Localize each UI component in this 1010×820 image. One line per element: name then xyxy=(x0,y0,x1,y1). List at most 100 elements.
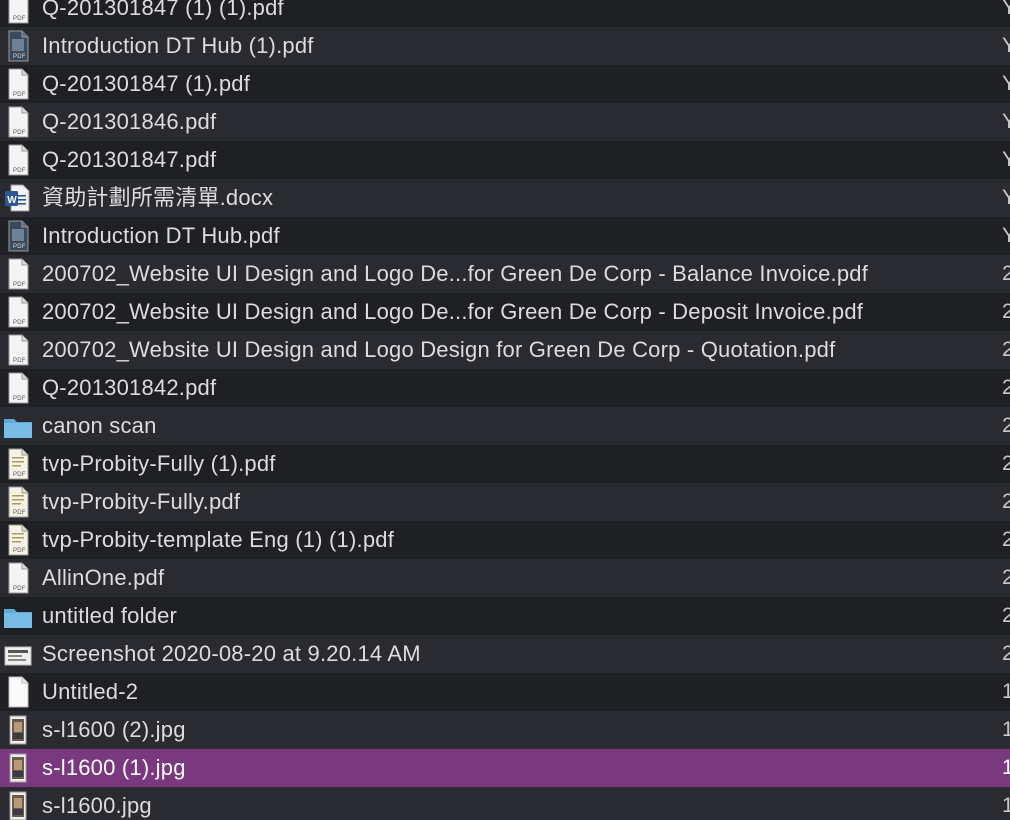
date-column-clipped: Y xyxy=(1002,110,1010,133)
date-column-clipped: Y xyxy=(1002,72,1010,95)
file-name: Q-201301842.pdf xyxy=(42,375,217,400)
file-name: Q-201301847 (1) (1).pdf xyxy=(42,0,284,20)
date-column-clipped: 2 xyxy=(1002,414,1010,437)
date-column-clipped: Y xyxy=(1002,0,1010,19)
file-row-selected[interactable]: s-l1600 (1).jpg 1 xyxy=(0,749,1010,787)
file-row[interactable]: PDF 200702_Website UI Design and Logo De.… xyxy=(0,293,1010,331)
file-row[interactable]: PDF Q-201301847.pdf Y xyxy=(0,141,1010,179)
pdf-icon: PDF xyxy=(4,106,32,138)
file-name: 200702_Website UI Design and Logo Design… xyxy=(42,337,836,362)
date-column-clipped: 2 xyxy=(1002,452,1010,475)
file-row[interactable]: s-l1600 (2).jpg 1 xyxy=(0,711,1010,749)
screenshot-icon xyxy=(4,638,32,670)
file-row[interactable]: PDF 200702_Website UI Design and Logo Des… xyxy=(0,331,1010,369)
file-row[interactable]: s-l1600.jpg 1 xyxy=(0,787,1010,820)
file-name: tvp-Probity-Fully (1).pdf xyxy=(42,451,276,476)
pdf-icon: PDF xyxy=(4,562,32,594)
svg-text:PDF: PDF xyxy=(13,548,26,554)
finder-file-list[interactable]: PDF Q-201301847 (1) (1).pdf Y PDF Introducti… xyxy=(0,0,1010,820)
pdf-icon: PDF xyxy=(4,296,32,328)
folder-icon xyxy=(4,410,32,442)
date-column-clipped: 1 xyxy=(1002,794,1010,817)
file-name: tvp-Probity-template Eng (1) (1).pdf xyxy=(42,527,395,552)
date-column-clipped: 2 xyxy=(1002,528,1010,551)
svg-text:W: W xyxy=(7,195,17,206)
date-column-clipped: 2 xyxy=(1002,300,1010,323)
date-column-clipped: 2 xyxy=(1002,642,1010,665)
file-row[interactable]: PDF Introduction DT Hub.pdf Y xyxy=(0,217,1010,255)
date-column-clipped: 2 xyxy=(1002,338,1010,361)
file-row[interactable]: Screenshot 2020-08-20 at 9.20.14 AM 2 xyxy=(0,635,1010,673)
file-name: 200702_Website UI Design and Logo De...f… xyxy=(42,261,869,286)
date-column-clipped: 2 xyxy=(1002,604,1010,627)
date-column-clipped: Y xyxy=(1002,34,1010,57)
pdf-preview-icon: PDF xyxy=(4,30,32,62)
date-column-clipped: Y xyxy=(1002,148,1010,171)
pdf-icon: PDF xyxy=(4,372,32,404)
file-name: Untitled-2 xyxy=(42,679,139,704)
file-row[interactable]: PDF Introduction DT Hub (1).pdf Y xyxy=(0,27,1010,65)
word-doc-icon: W xyxy=(4,182,32,214)
file-row[interactable]: PDF Q-201301842.pdf 2 xyxy=(0,369,1010,407)
file-name: 資助計劃所需清單.docx xyxy=(42,185,274,210)
svg-text:PDF: PDF xyxy=(13,168,26,174)
file-name: AllinOne.pdf xyxy=(42,565,165,590)
pdf-document-icon: PDF xyxy=(4,448,32,480)
image-thumbnail-icon xyxy=(4,714,32,746)
pdf-icon: PDF xyxy=(4,334,32,366)
file-row[interactable]: PDF 200702_Website UI Design and Logo De.… xyxy=(0,255,1010,293)
image-thumbnail-icon xyxy=(4,752,32,784)
file-name: Q-201301847 (1).pdf xyxy=(42,71,251,96)
file-row[interactable]: PDF Q-201301847 (1) (1).pdf Y xyxy=(0,0,1010,27)
file-name: untitled folder xyxy=(42,603,178,628)
file-row[interactable]: W 資助計劃所需清單.docx Y xyxy=(0,179,1010,217)
svg-text:PDF: PDF xyxy=(13,396,26,402)
date-column-clipped: 2 xyxy=(1002,566,1010,589)
svg-text:PDF: PDF xyxy=(13,130,26,136)
file-row[interactable]: PDF tvp-Probity-template Eng (1) (1).pdf 2 xyxy=(0,521,1010,559)
pdf-preview-icon: PDF xyxy=(4,220,32,252)
date-column-clipped: 2 xyxy=(1002,262,1010,285)
svg-text:PDF: PDF xyxy=(13,510,26,516)
file-row[interactable]: PDF Q-201301846.pdf Y xyxy=(0,103,1010,141)
file-row[interactable]: PDF AllinOne.pdf 2 xyxy=(0,559,1010,597)
file-row[interactable]: Untitled-2 1 xyxy=(0,673,1010,711)
file-name: s-l1600.jpg xyxy=(42,793,152,818)
svg-text:PDF: PDF xyxy=(13,472,26,478)
file-name: tvp-Probity-Fully.pdf xyxy=(42,489,241,514)
date-column-clipped: 2 xyxy=(1002,490,1010,513)
file-name: Introduction DT Hub (1).pdf xyxy=(42,33,314,58)
svg-text:PDF: PDF xyxy=(13,16,26,22)
file-name: canon scan xyxy=(42,413,157,438)
file-name: Q-201301846.pdf xyxy=(42,109,217,134)
svg-text:PDF: PDF xyxy=(13,244,26,250)
file-name: Introduction DT Hub.pdf xyxy=(42,223,280,248)
svg-text:PDF: PDF xyxy=(13,92,26,98)
date-column-clipped: 2 xyxy=(1002,376,1010,399)
pdf-icon: PDF xyxy=(4,144,32,176)
svg-text:PDF: PDF xyxy=(13,586,26,592)
file-rows: PDF Q-201301847 (1) (1).pdf Y PDF Introducti… xyxy=(0,0,1010,820)
image-thumbnail-icon xyxy=(4,790,32,820)
file-name: Screenshot 2020-08-20 at 9.20.14 AM xyxy=(42,641,421,666)
svg-text:PDF: PDF xyxy=(13,54,26,60)
file-row[interactable]: canon scan 2 xyxy=(0,407,1010,445)
date-column-clipped: 1 xyxy=(1002,756,1010,779)
svg-text:PDF: PDF xyxy=(13,358,26,364)
file-row[interactable]: PDF tvp-Probity-Fully.pdf 2 xyxy=(0,483,1010,521)
file-name: 200702_Website UI Design and Logo De...f… xyxy=(42,299,864,324)
blank-document-icon xyxy=(4,676,32,708)
file-name: s-l1600 (1).jpg xyxy=(42,755,186,780)
date-column-clipped: 1 xyxy=(1002,680,1010,703)
date-column-clipped: Y xyxy=(1002,186,1010,209)
pdf-icon: PDF xyxy=(4,0,32,24)
date-column-clipped: 1 xyxy=(1002,718,1010,741)
svg-text:PDF: PDF xyxy=(13,282,26,288)
svg-text:PDF: PDF xyxy=(13,320,26,326)
file-row[interactable]: untitled folder 2 xyxy=(0,597,1010,635)
date-column-clipped: Y xyxy=(1002,224,1010,247)
file-row[interactable]: PDF Q-201301847 (1).pdf Y xyxy=(0,65,1010,103)
file-name: Q-201301847.pdf xyxy=(42,147,217,172)
file-row[interactable]: PDF tvp-Probity-Fully (1).pdf 2 xyxy=(0,445,1010,483)
file-name: s-l1600 (2).jpg xyxy=(42,717,186,742)
